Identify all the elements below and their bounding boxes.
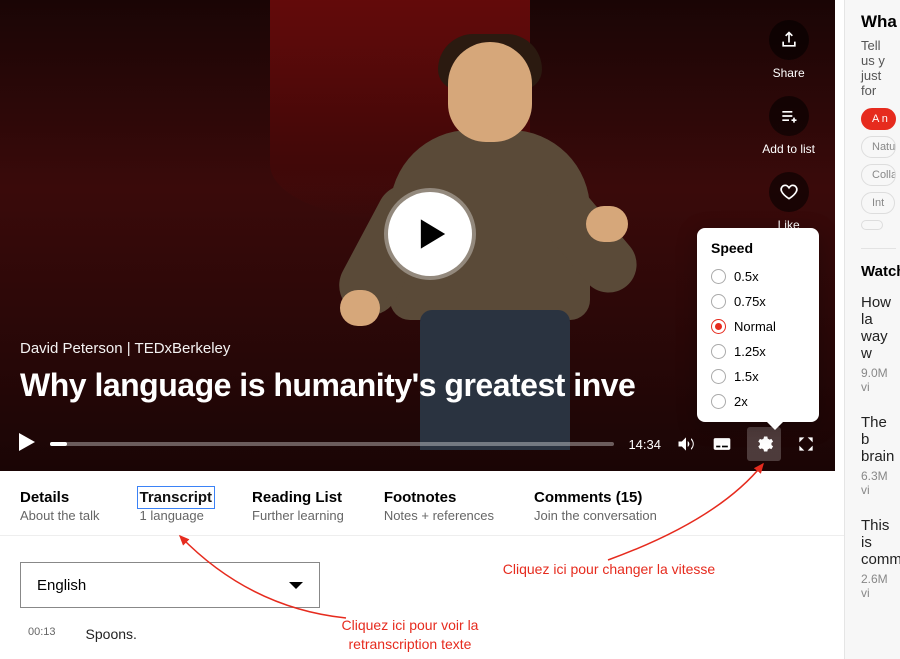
sidebar: Wha Tell us y just for A nNatuCollabInt … [844, 0, 900, 659]
watch-next-heading: Watch [861, 248, 896, 280]
volume-button[interactable] [675, 433, 697, 455]
speed-option[interactable]: 1.5x [697, 364, 819, 389]
topic-pill[interactable]: Int [861, 192, 895, 214]
gear-icon [754, 434, 774, 454]
speed-option-label: 1.5x [734, 369, 759, 384]
speed-option[interactable]: 0.75x [697, 289, 819, 314]
tab-transcript[interactable]: Transcript 1 language [140, 489, 213, 523]
radio-icon [711, 294, 726, 309]
tab-title: Transcript [140, 489, 213, 506]
playlist-add-icon [779, 106, 799, 126]
fullscreen-icon [796, 434, 816, 454]
tab-subtitle: Join the conversation [534, 508, 657, 523]
speed-option[interactable]: 2x [697, 389, 819, 414]
topic-pill[interactable]: A n [861, 108, 896, 130]
recommendation-item[interactable]: This is comm 2.6M vi [861, 517, 896, 600]
like-button[interactable]: Like [769, 172, 809, 232]
video-byline: David Peterson | TEDxBerkeley [20, 340, 635, 357]
tab-bar: Details About the talk Transcript 1 languag… [0, 471, 844, 536]
chevron-down-icon [289, 582, 303, 589]
recommendation-title: How la way w [861, 294, 896, 362]
recommendation-title: This is comm [861, 517, 896, 568]
speed-option-label: Normal [734, 319, 776, 334]
tab-subtitle: 1 language [140, 508, 213, 523]
recommendation-title: The b brain [861, 414, 896, 465]
speed-option-label: 2x [734, 394, 748, 409]
tab-title: Reading List [252, 489, 344, 506]
speed-menu: Speed 0.5x 0.75x Normal 1.25x 1.5x 2x [697, 228, 819, 422]
topic-pill[interactable] [861, 220, 883, 230]
speed-heading: Speed [697, 240, 819, 264]
subtitles-icon [712, 434, 732, 454]
annotation-speed: Cliquez ici pour changer la vitesse [484, 560, 734, 579]
video-player[interactable]: David Peterson | TEDxBerkeley Why langua… [0, 0, 835, 471]
tab-title: Details [20, 489, 100, 506]
duration: 14:34 [628, 437, 661, 452]
add-label: Add to list [762, 142, 815, 156]
progress-bar[interactable] [50, 442, 614, 446]
radio-icon [711, 369, 726, 384]
play-icon [418, 217, 448, 251]
sidebar-subtext: Tell us y just for [861, 38, 896, 98]
recommendation-views: 9.0M vi [861, 366, 896, 394]
speed-option[interactable]: Normal [697, 314, 819, 339]
language-value: English [37, 577, 86, 594]
sidebar-heading: Wha [861, 12, 896, 32]
play-icon [18, 432, 36, 452]
video-title: Why language is humanity's greatest inve [20, 367, 635, 404]
settings-button[interactable] [747, 427, 781, 461]
speed-option[interactable]: 1.25x [697, 339, 819, 364]
tab-subtitle: About the talk [20, 508, 100, 523]
share-icon [779, 30, 799, 50]
tab-subtitle: Notes + references [384, 508, 494, 523]
subtitles-button[interactable] [711, 433, 733, 455]
language-select[interactable]: English [20, 562, 320, 608]
share-label: Share [773, 66, 805, 80]
radio-icon [711, 344, 726, 359]
tab-title: Footnotes [384, 489, 494, 506]
add-to-list-button[interactable]: Add to list [762, 96, 815, 156]
topic-pill[interactable]: Collab [861, 164, 896, 186]
play-button-large[interactable] [388, 192, 472, 276]
speed-option-label: 1.25x [734, 344, 766, 359]
play-button[interactable] [18, 432, 36, 457]
recommendation-item[interactable]: The b brain 6.3M vi [861, 414, 896, 497]
recommendation-item[interactable]: How la way w 9.0M vi [861, 294, 896, 394]
transcript-text: Spoons. [86, 626, 137, 642]
recommendation-views: 2.6M vi [861, 572, 896, 600]
speed-option-label: 0.5x [734, 269, 759, 284]
transcript-timestamp: 00:13 [28, 626, 56, 642]
speed-option-label: 0.75x [734, 294, 766, 309]
fullscreen-button[interactable] [795, 433, 817, 455]
tab-title: Comments (15) [534, 489, 657, 506]
tab-details[interactable]: Details About the talk [20, 489, 100, 523]
topic-pill[interactable]: Natu [861, 136, 896, 158]
share-button[interactable]: Share [769, 20, 809, 80]
tab-reading-list[interactable]: Reading List Further learning [252, 489, 344, 523]
volume-icon [676, 434, 696, 454]
radio-icon [711, 319, 726, 334]
tab-subtitle: Further learning [252, 508, 344, 523]
speed-option[interactable]: 0.5x [697, 264, 819, 289]
player-controls: 14:34 [0, 427, 835, 461]
heart-icon [779, 182, 799, 202]
transcript-line: 00:13 Spoons. [0, 616, 844, 652]
radio-icon [711, 394, 726, 409]
radio-icon [711, 269, 726, 284]
recommendation-views: 6.3M vi [861, 469, 896, 497]
tab-footnotes[interactable]: Footnotes Notes + references [384, 489, 494, 523]
tab-comments-[interactable]: Comments (15) Join the conversation [534, 489, 657, 523]
